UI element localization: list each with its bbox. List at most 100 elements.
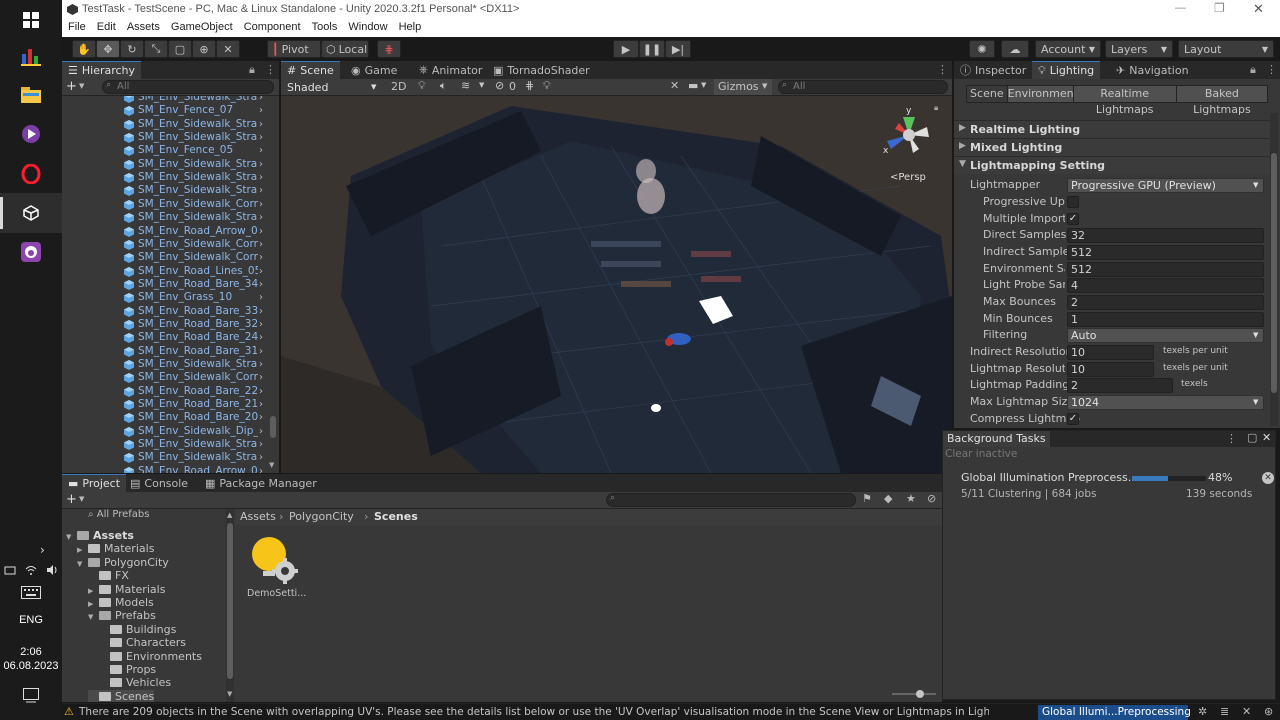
hierarchy-row[interactable]: SM_Env_Sidewalk_Straig ›	[62, 171, 274, 184]
scroll-up-icon[interactable]: ▲	[227, 511, 232, 519]
subtab-environment[interactable]: Environment	[1006, 86, 1078, 102]
tree-collapsed-icon[interactable]: ▶	[88, 600, 99, 608]
clock-time[interactable]: 2:06	[0, 646, 62, 658]
dropdown-arrow-icon[interactable]: ▼	[701, 81, 706, 89]
transform-tool-button[interactable]: ⊕	[192, 40, 216, 58]
keyboard-icon[interactable]	[21, 586, 41, 602]
expand-arrow-icon[interactable]: ›	[259, 131, 263, 144]
tab-tornadoshader[interactable]: ▣ TornadoShader	[487, 61, 596, 79]
multiple-importance-checkbox[interactable]: ✓	[1067, 213, 1079, 225]
subtab-scene[interactable]: Scene	[967, 86, 1007, 102]
max-lightmap-size-dropdown[interactable]: 1024 ▼	[1067, 395, 1264, 410]
indirect-samples-field[interactable]: 512	[1067, 245, 1264, 260]
wifi-icon[interactable]	[25, 564, 37, 576]
lightmap-resolution-field[interactable]: 10	[1067, 362, 1154, 377]
expand-arrow-icon[interactable]: ›	[259, 238, 263, 251]
perspective-label[interactable]: <Persp	[890, 172, 926, 183]
lock-icon[interactable]: 🔒︎	[1250, 63, 1256, 77]
hierarchy-row[interactable]: SM_Env_Sidewalk_Corne ›	[62, 198, 274, 211]
hierarchy-row[interactable]: SM_Env_Sidewalk_Straig ›	[62, 118, 274, 131]
expand-arrow-icon[interactable]: ›	[259, 225, 263, 238]
hierarchy-row[interactable]: SM_Env_Fence_07 ›	[62, 104, 274, 117]
tree-item[interactable]: Scenes	[88, 689, 155, 702]
lightmap-padding-field[interactable]: 2	[1067, 378, 1173, 393]
device-icon[interactable]	[4, 564, 16, 576]
tree-item[interactable]: ▶ Models	[88, 596, 154, 609]
tools-icon[interactable]: ✕	[1242, 705, 1251, 718]
environment-samples-field[interactable]: 512	[1067, 262, 1264, 277]
expand-arrow-icon[interactable]: ›	[259, 385, 263, 398]
menu-assets[interactable]: Assets	[127, 21, 160, 33]
hand-tool-button[interactable]: ✋	[72, 40, 96, 58]
layers-dropdown[interactable]: Layers ▼	[1105, 40, 1173, 58]
tab-scene[interactable]: # Scene	[281, 61, 340, 79]
hierarchy-row[interactable]: SM_Env_Sidewalk_Straig ›	[62, 158, 274, 171]
account-dropdown[interactable]: Account ▼	[1035, 40, 1101, 58]
expand-arrow-icon[interactable]: ›	[259, 171, 263, 184]
tree-item[interactable]: Buildings	[99, 623, 176, 636]
tree-expanded-icon[interactable]: ▼	[77, 560, 88, 568]
shading-mode-dropdown[interactable]: Shaded ▼	[283, 80, 380, 95]
scene-orientation-gizmo[interactable]: y x	[879, 105, 939, 165]
expand-arrow-icon[interactable]: ›	[259, 278, 263, 291]
light-probe-samples-field[interactable]: 4	[1067, 278, 1264, 293]
expand-arrow-icon[interactable]: ›	[259, 184, 263, 197]
effects-toggle-icon[interactable]: ≋	[461, 79, 470, 92]
indirect-resolution-field[interactable]: 10	[1067, 345, 1154, 360]
lighting-toggle-icon[interactable]: 💡︎	[418, 79, 426, 93]
gizmos-dropdown[interactable]: Gizmos ▼	[714, 79, 772, 95]
breadcrumb-scenes[interactable]: Scenes	[374, 510, 418, 523]
hierarchy-row[interactable]: SM_Env_Fence_05 ›	[62, 144, 274, 157]
expand-arrow-icon[interactable]: ›	[259, 144, 263, 157]
hierarchy-row[interactable]: SM_Env_Sidewalk_Dip_C ›	[62, 425, 274, 438]
expand-arrow-icon[interactable]: ›	[259, 371, 263, 384]
tab-package-manager[interactable]: ▦ Package Manager	[199, 474, 323, 492]
hierarchy-row[interactable]: SM_Env_Sidewalk_Corne ›	[62, 251, 274, 264]
hierarchy-row[interactable]: SM_Env_Road_Bare_20 ›	[62, 411, 274, 424]
hierarchy-row[interactable]: SM_Env_Road_Arrow_07 ›	[62, 465, 274, 473]
tab-animator[interactable]: ⎈ Animator	[413, 61, 488, 79]
lock-icon[interactable]: 🔒︎	[249, 63, 255, 77]
tree-item[interactable]: ▼ Assets	[66, 529, 134, 542]
hierarchy-row[interactable]: SM_Env_Sidewalk_Straig ›	[62, 358, 274, 371]
expand-arrow-icon[interactable]: ›	[259, 358, 263, 371]
taskbar-file-explorer[interactable]	[0, 74, 62, 114]
tree-collapsed-icon[interactable]: ▶	[88, 587, 99, 595]
menu-component[interactable]: Component	[244, 21, 301, 33]
section-lightmapping-settings[interactable]: ▼ Lightmapping Setting	[954, 156, 1270, 174]
scene-search-input[interactable]: All	[778, 80, 948, 94]
tree-expanded-icon[interactable]: ▼	[88, 613, 99, 621]
hierarchy-row[interactable]: SM_Env_Road_Lines_05 ›	[62, 265, 274, 278]
hidden-objects-icon[interactable]: ⊘	[495, 79, 504, 92]
scroll-down-icon[interactable]: ▼	[227, 690, 232, 698]
minimize-button[interactable]: —	[1175, 2, 1186, 14]
icon-size-slider[interactable]	[892, 690, 936, 698]
rotate-tool-button[interactable]: ↻	[120, 40, 144, 58]
more-options-icon[interactable]: ⋮	[265, 63, 276, 76]
expand-arrow-icon[interactable]: ›	[259, 118, 263, 131]
dropdown-arrow-icon[interactable]: ▼	[79, 82, 84, 90]
tree-item[interactable]: FX	[88, 569, 129, 582]
filter-label-icon[interactable]: ◆	[884, 492, 892, 505]
expand-arrow-icon[interactable]: ›	[259, 291, 263, 304]
lightmapper-dropdown[interactable]: Progressive GPU (Preview) ▼	[1067, 178, 1264, 193]
2d-toggle[interactable]: 2D	[391, 80, 406, 93]
more-options-icon[interactable]: ⋮	[937, 63, 948, 76]
more-options-icon[interactable]: ⋮	[1226, 432, 1237, 445]
direct-samples-field[interactable]: 32	[1067, 228, 1264, 243]
hierarchy-row[interactable]: SM_Env_Sidewalk_Straig ›	[62, 131, 274, 144]
status-message[interactable]: There are 209 objects in the Scene with …	[79, 706, 989, 718]
maximize-icon[interactable]: ▢	[1247, 431, 1257, 444]
step-button[interactable]: ▶|	[665, 40, 691, 58]
hierarchy-row[interactable]: SM_Env_Sidewalk_Corne ›	[62, 238, 274, 251]
hierarchy-row[interactable]: SM_Env_Sidewalk_Straig ›	[62, 184, 274, 197]
breadcrumb-assets[interactable]: Assets	[240, 510, 276, 523]
scale-tool-button[interactable]: ⤡	[144, 40, 168, 58]
favorite-icon[interactable]: ★	[906, 492, 916, 505]
custom-tool-button[interactable]: ✕	[216, 40, 240, 58]
tab-console[interactable]: ▤ Console	[124, 474, 194, 492]
pivot-toggle[interactable]: ┃ Pivot	[267, 40, 321, 58]
add-icon[interactable]: +	[66, 492, 77, 507]
expand-arrow-icon[interactable]: ›	[259, 305, 263, 318]
close-window-button[interactable]: ✕	[1253, 1, 1264, 17]
